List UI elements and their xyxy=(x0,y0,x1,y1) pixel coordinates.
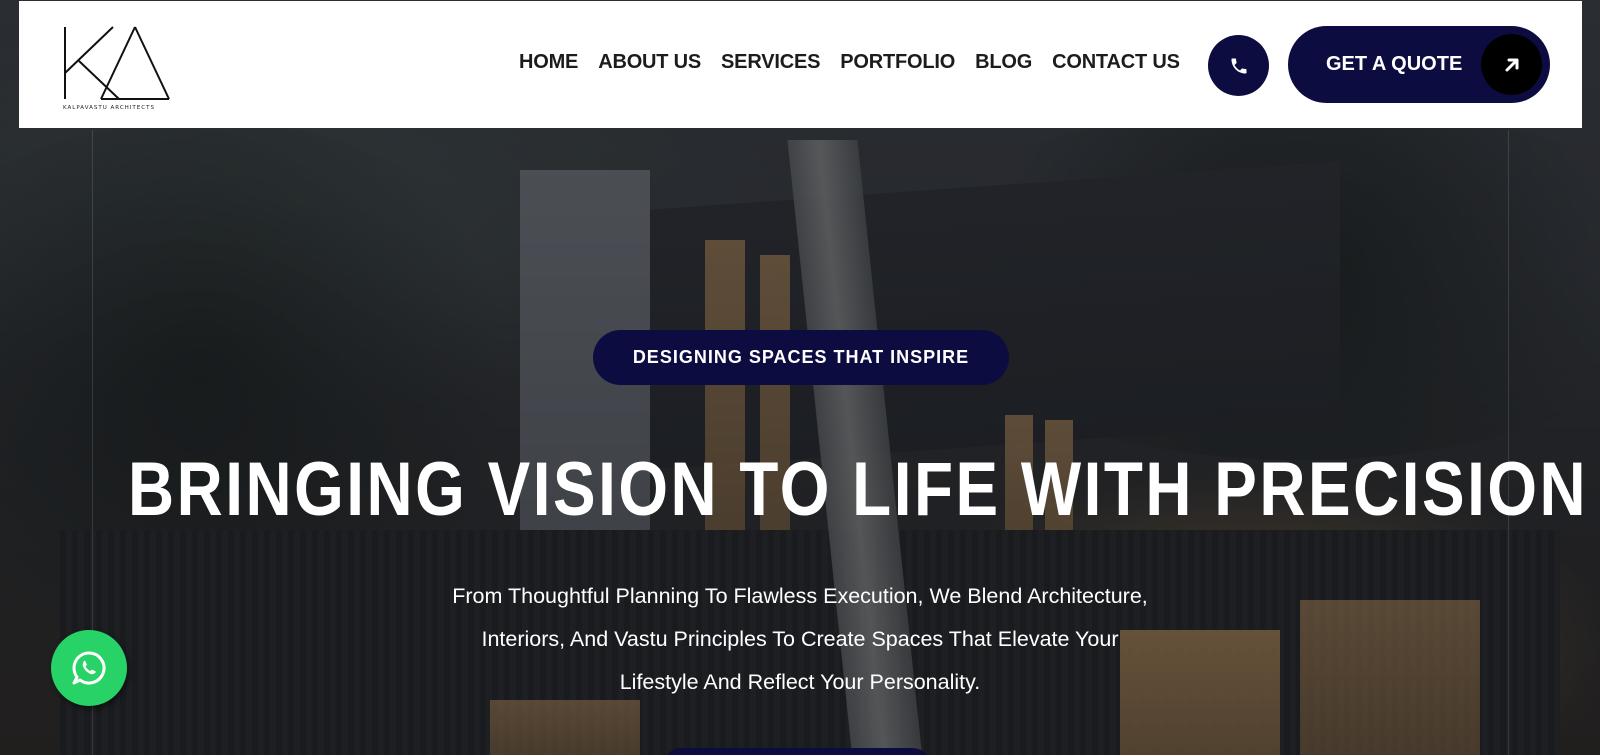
ka-monogram-logo xyxy=(64,26,170,100)
nav-item-services[interactable]: SERVICES xyxy=(721,51,820,74)
nav-item-portfolio[interactable]: PORTFOLIO xyxy=(840,51,955,74)
hero-subtext-line: Lifestyle And Reflect Your Personality. xyxy=(619,670,981,694)
nav-item-contact-us[interactable]: CONTACT US xyxy=(1052,51,1180,74)
main-nav: HOME ABOUT US SERVICES PORTFOLIO BLOG CO… xyxy=(519,51,1200,74)
tagline-badge: DESIGNING SPACES THAT INSPIRE xyxy=(593,330,1009,385)
get-a-quote-button[interactable]: GET A QUOTE xyxy=(1288,26,1550,103)
hero-subtext: From Thoughtful Planning To Flawless Exe… xyxy=(380,575,1220,704)
hero-cta-button[interactable] xyxy=(662,748,932,755)
whatsapp-button[interactable] xyxy=(51,630,127,706)
get-a-quote-label: GET A QUOTE xyxy=(1326,53,1463,75)
phone-icon xyxy=(1231,58,1246,73)
nav-item-about-us[interactable]: ABOUT US xyxy=(598,51,701,74)
hero-subtext-line: From Thoughtful Planning To Flawless Exe… xyxy=(452,584,1148,608)
whatsapp-icon xyxy=(72,651,106,685)
hero-headline: BRINGING VISION TO LIFE WITH PRECISION xyxy=(128,447,1589,532)
logo[interactable]: KALPAVASTU ARCHITECTS xyxy=(63,25,173,115)
phone-button[interactable] xyxy=(1208,35,1269,96)
logo-caption: KALPAVASTU ARCHITECTS xyxy=(63,105,155,111)
hero-subtext-line: Interiors, And Vastu Principles To Creat… xyxy=(481,627,1119,651)
nav-item-blog[interactable]: BLOG xyxy=(975,51,1032,74)
nav-item-home[interactable]: HOME xyxy=(519,51,578,74)
site-header: KALPAVASTU ARCHITECTS HOME ABOUT US SERV… xyxy=(19,1,1582,128)
arrow-up-right-icon xyxy=(1481,34,1542,95)
